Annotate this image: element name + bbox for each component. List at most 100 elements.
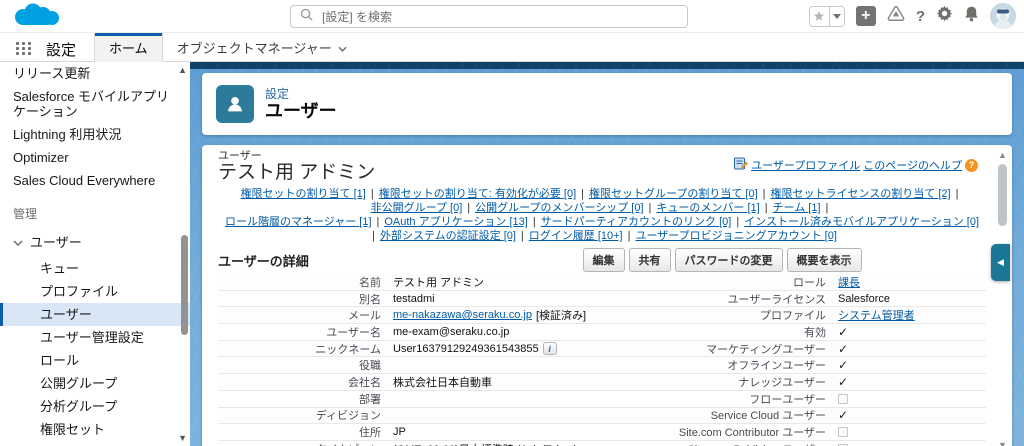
page-header-card: 設定 ユーザー <box>202 73 1012 135</box>
related-link-count: [0] <box>503 230 516 242</box>
related-link[interactable]: OAuth アプリケーション [13] <box>384 216 527 228</box>
table-row: 名前 テスト用 アドミン ロール 課長 <box>218 274 986 291</box>
user-avatar[interactable] <box>990 3 1016 29</box>
related-link[interactable]: ユーザープロビジョニングアカウント [0] <box>635 230 836 242</box>
related-link-count: [0] <box>563 188 577 200</box>
app-launcher-icon[interactable] <box>16 42 32 55</box>
field-label: フローユーザー <box>749 393 826 406</box>
detail-button[interactable]: 編集 <box>582 248 625 272</box>
tab-home[interactable]: ホーム <box>94 33 163 62</box>
related-link[interactable]: 権限セットライセンスの割り当て [2] <box>771 188 951 200</box>
content-scrollbar[interactable]: ▲ ▼ <box>995 150 1009 446</box>
related-links-line2: ロール階層のマネージャー [1] | OAuth アプリケーション [13] | サード… <box>222 215 982 243</box>
related-link-item: 権限セットの割り当て [1] | <box>241 188 379 200</box>
sidebar-item[interactable]: リリース更新 <box>0 62 190 85</box>
sidebar-item[interactable]: Sales Cloud Everywhere <box>0 169 190 192</box>
related-link[interactable]: 非公開グループ [0] <box>371 202 463 214</box>
notifications-bell-icon[interactable] <box>964 5 979 27</box>
related-link[interactable]: 公開グループのメンバーシップ [0] <box>475 202 643 214</box>
separator: | <box>627 230 631 242</box>
related-link-item: ログイン履歴 [10+] | <box>529 230 636 242</box>
sidebar-item[interactable]: 公開グループ <box>0 372 190 395</box>
checked-icon <box>838 375 848 389</box>
sidebar-item[interactable]: ユーザー管理設定 <box>0 326 190 349</box>
field-label: プロファイル <box>760 310 826 323</box>
detail-button[interactable]: 概要を表示 <box>786 248 862 272</box>
related-link[interactable]: 権限セットグループの割り当て [0] <box>589 188 758 200</box>
info-icon[interactable]: i <box>542 342 557 356</box>
related-link[interactable]: 権限セットの割り当て: 有効化が必要 [0] <box>379 188 576 200</box>
sidebar-item[interactable]: ユーザー <box>0 303 190 326</box>
field-label: メール <box>348 310 381 323</box>
sidebar-group-users[interactable]: ユーザー <box>0 226 190 257</box>
sidebar-item[interactable]: キュー <box>0 257 190 280</box>
favorite-star-icon[interactable] <box>809 6 829 26</box>
sidebar-item[interactable]: 分析グループ <box>0 395 190 418</box>
related-link[interactable]: サードパーティアカウントのリンク [0] <box>541 216 732 228</box>
field-label: ロール <box>793 276 826 289</box>
favorites-dropdown-icon[interactable] <box>828 6 844 26</box>
related-link[interactable]: 外部システムの認証設定 [0] <box>380 230 516 242</box>
page-help-link[interactable]: このページのヘルプ <box>863 157 962 173</box>
separator: | <box>955 188 959 200</box>
sidebar-menu: リリース更新 Salesforce モバイルアプリケーション Lightning 利… <box>0 62 190 441</box>
search-input[interactable] <box>320 8 640 25</box>
field-value: (GMT+09:00)日本標準時 (Asia/Tokyo) <box>393 441 608 446</box>
sidebar-scroll-up-icon[interactable]: ▲ <box>178 65 187 75</box>
related-link[interactable]: ログイン履歴 [10+] <box>529 230 623 242</box>
sidebar-item[interactable]: Salesforce モバイルアプリケーション <box>0 85 190 123</box>
separator: | <box>372 230 375 242</box>
detail-button[interactable]: パスワードの変更 <box>674 248 783 272</box>
sidebar-item[interactable]: Optimizer <box>0 146 190 169</box>
related-link[interactable]: ロール階層のマネージャー [1] <box>225 216 372 228</box>
content-scroll-up-icon[interactable]: ▲ <box>998 150 1007 160</box>
tab-object-manager[interactable]: オブジェクトマネージャー <box>163 33 361 62</box>
table-row: 住所 JP Site.com Contributor ユーザー <box>218 424 986 441</box>
sidebar-item[interactable]: 権限セット <box>0 418 190 441</box>
field-label: ニックネーム <box>315 343 381 356</box>
favorites-control <box>808 5 845 27</box>
detail-button[interactable]: 共有 <box>628 248 671 272</box>
related-link[interactable]: インストール済みモバイルアプリケーション [0] <box>744 216 979 228</box>
content-scrollbar-thumb[interactable] <box>998 164 1007 226</box>
page-header-eyebrow: 設定 <box>265 87 290 101</box>
related-link-count: [0] <box>824 230 837 242</box>
separator: | <box>520 230 524 242</box>
salesforce-setup-screen: + ? 設定 ホーム オブジェクトマネージャー <box>0 0 1024 446</box>
field-label: 名前 <box>359 276 381 289</box>
related-link-item: OAuth アプリケーション [13] | <box>384 216 540 228</box>
help-icon[interactable]: ? <box>916 8 925 25</box>
field-label: ユーザーライセンス <box>727 293 826 306</box>
related-link-label: サードパーティアカウントのリンク <box>540 216 717 228</box>
related-link[interactable]: 権限セットの割り当て [1] <box>241 188 366 200</box>
sidebar-scrollbar-thumb[interactable] <box>181 235 188 335</box>
field-value-link[interactable]: システム管理者 <box>838 307 915 323</box>
global-add-icon[interactable]: + <box>855 6 876 26</box>
related-link-item: チーム [1] | <box>773 202 834 214</box>
field-value-text: テスト用 アドミン <box>393 276 485 289</box>
related-link-label: 権限セットの割り当て: 有効化が必要 <box>378 188 561 200</box>
sidebar-item[interactable]: プロファイル <box>0 280 190 303</box>
guidance-icon[interactable] <box>887 5 905 27</box>
related-link[interactable]: キューのメンバー [1] <box>656 202 759 214</box>
related-link-label: 非公開グループ <box>370 202 447 214</box>
related-link[interactable]: チーム [1] <box>773 202 821 214</box>
setup-gear-icon[interactable] <box>936 5 953 27</box>
user-profile-link[interactable]: ユーザープロファイル <box>751 157 860 173</box>
global-search[interactable] <box>290 5 688 28</box>
sidebar-item[interactable]: Lightning 利用状況 <box>0 123 190 146</box>
user-profile-icon <box>734 157 749 173</box>
related-link-label: 権限セットの割り当て <box>240 188 351 200</box>
sidebar-scroll-down-icon[interactable]: ▼ <box>178 433 187 443</box>
chevron-down-icon <box>338 40 347 55</box>
record-help-links: ユーザープロファイル このページのヘルプ ? <box>734 157 978 173</box>
related-link-count: [10+] <box>597 230 623 242</box>
field-value-link[interactable]: 課長 <box>838 274 860 290</box>
field-value-link[interactable]: me-nakazawa@seraku.co.jp <box>393 309 532 321</box>
setup-nav-bar: 設定 ホーム オブジェクトマネージャー <box>0 32 1024 62</box>
related-link-count: [0] <box>966 216 980 228</box>
side-panel-toggle[interactable]: ◀ <box>991 244 1010 281</box>
sidebar-item[interactable]: ロール <box>0 349 190 372</box>
content-scroll-down-icon[interactable]: ▼ <box>998 440 1007 446</box>
help-orange-icon[interactable]: ? <box>965 158 978 172</box>
